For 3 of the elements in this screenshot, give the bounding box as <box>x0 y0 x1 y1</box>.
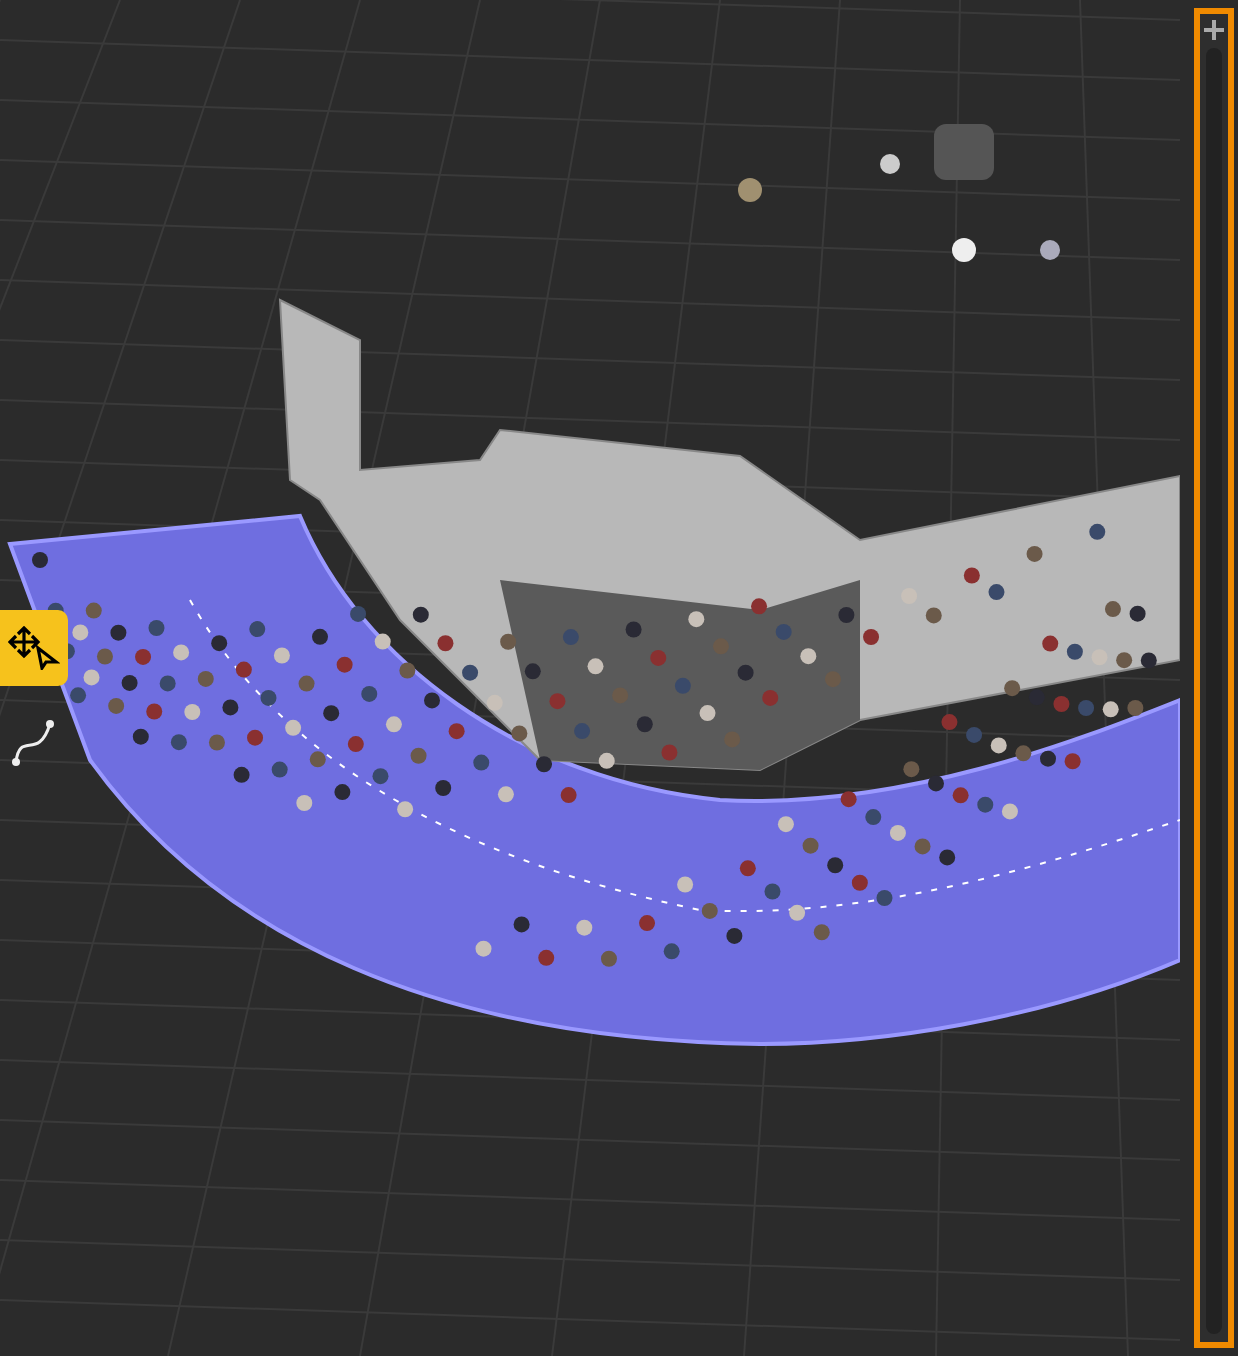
plus-icon[interactable] <box>1204 20 1224 40</box>
move-arrows-icon <box>8 626 60 670</box>
move-tool-button[interactable] <box>0 610 68 686</box>
